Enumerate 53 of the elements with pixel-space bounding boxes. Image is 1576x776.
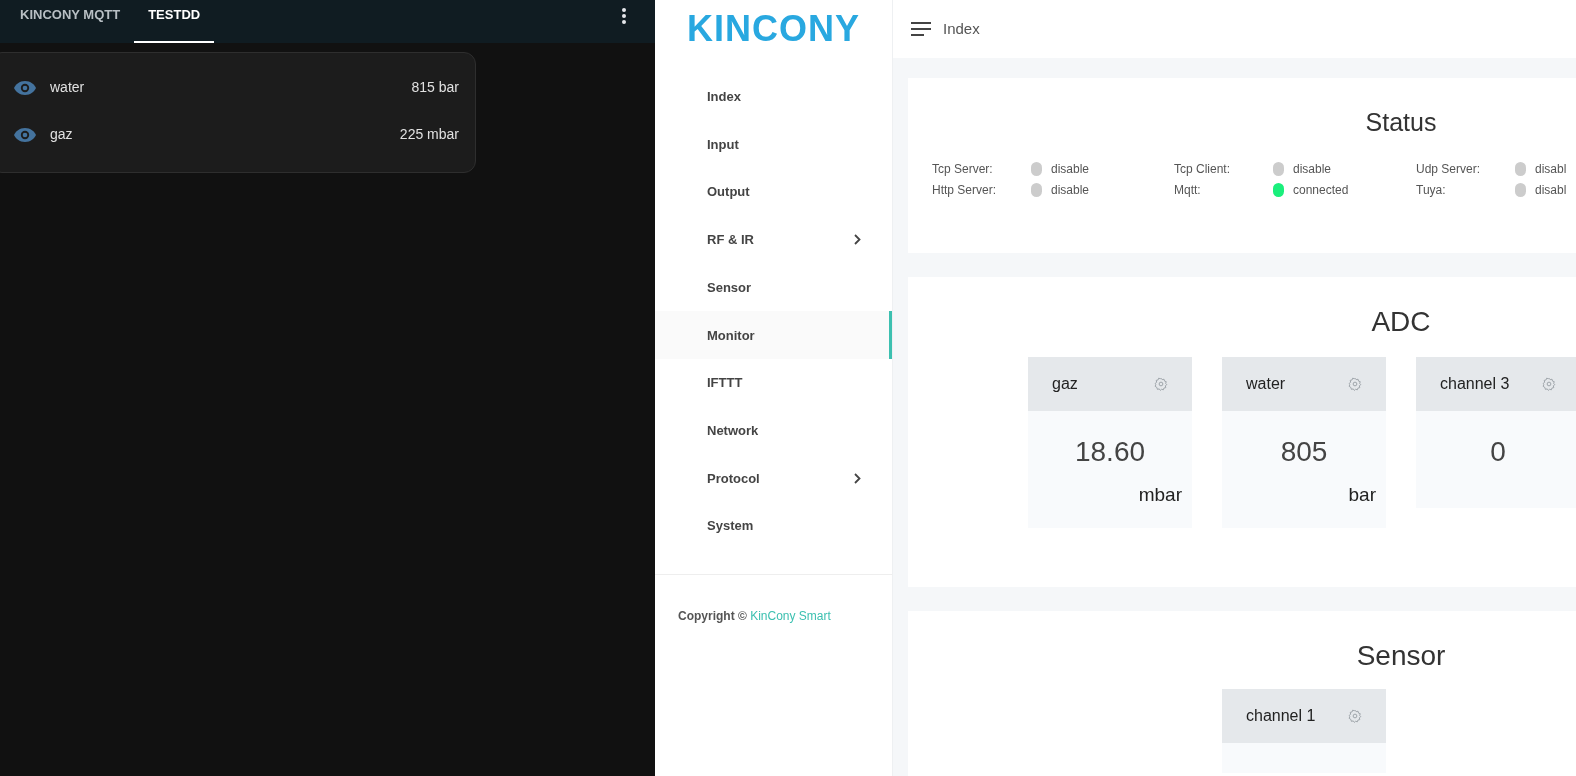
tab[interactable]: TESTDD <box>134 0 215 43</box>
channel-value: 18.60 <box>1073 435 1147 469</box>
card-title: ADC <box>1371 306 1431 337</box>
status-value: disabl <box>1535 182 1567 199</box>
nav-item[interactable]: System <box>655 502 892 550</box>
status-value: connected <box>1293 182 1349 199</box>
logo: KINCONY <box>687 11 860 47</box>
channel-name: gaz <box>1052 374 1078 394</box>
nav-item[interactable]: Index <box>655 73 892 121</box>
settings-icon[interactable] <box>1348 709 1362 723</box>
page-title: Index <box>943 18 980 39</box>
nav-item[interactable]: Output <box>655 168 892 217</box>
card-title: Sensor <box>1356 640 1446 671</box>
copyright-text: Copyright © KinCony Smart <box>678 608 831 623</box>
eye-icon <box>13 79 37 96</box>
channel-unit: mbar <box>1138 483 1182 507</box>
channel-value: 805 <box>1279 435 1329 469</box>
chevron-right-icon <box>854 234 861 246</box>
menu-icon[interactable] <box>911 22 931 36</box>
nav-item[interactable]: Sensor <box>655 263 892 312</box>
nav-item[interactable]: Input <box>655 120 892 169</box>
status-label: Udp Server: <box>1416 161 1482 178</box>
channel-unit: bar <box>1348 483 1376 507</box>
channel-name: channel 3 <box>1440 374 1510 394</box>
more-options-icon[interactable] <box>621 7 627 25</box>
entity-state: 225 mbar <box>399 125 459 144</box>
status-value: disabl <box>1535 161 1567 178</box>
settings-icon[interactable] <box>1542 377 1556 391</box>
settings-icon[interactable] <box>1348 377 1362 391</box>
status-value: disable <box>1051 182 1090 199</box>
entity-name[interactable]: gaz <box>50 124 73 145</box>
status-label: Tuya: <box>1416 182 1447 199</box>
status-label: Tcp Client: <box>1174 161 1232 178</box>
status-label: Http Server: <box>932 182 998 199</box>
status-label: Tcp Server: <box>932 161 994 178</box>
nav-item[interactable]: Network <box>655 406 892 455</box>
channel-value: 0 <box>1489 435 1507 469</box>
nav-item[interactable]: IFTTT <box>655 359 892 407</box>
status-value: disable <box>1051 161 1090 178</box>
status-label: Mqtt: <box>1174 182 1202 199</box>
tab[interactable]: KINCONY MQTT <box>6 0 135 43</box>
status-value: disable <box>1293 161 1332 178</box>
channel-name: water <box>1246 374 1286 394</box>
settings-icon[interactable] <box>1154 377 1168 391</box>
chevron-right-icon <box>854 472 861 484</box>
card-title: Status <box>1365 108 1437 136</box>
nav-item[interactable]: Protocol <box>655 454 892 503</box>
channel-name: channel 1 <box>1246 706 1316 726</box>
eye-icon <box>13 126 37 143</box>
entity-state: 815 bar <box>411 78 459 97</box>
entity-name[interactable]: water <box>50 77 85 98</box>
nav-item[interactable]: RF & IR <box>655 216 892 264</box>
nav-item[interactable]: Monitor <box>655 311 892 360</box>
